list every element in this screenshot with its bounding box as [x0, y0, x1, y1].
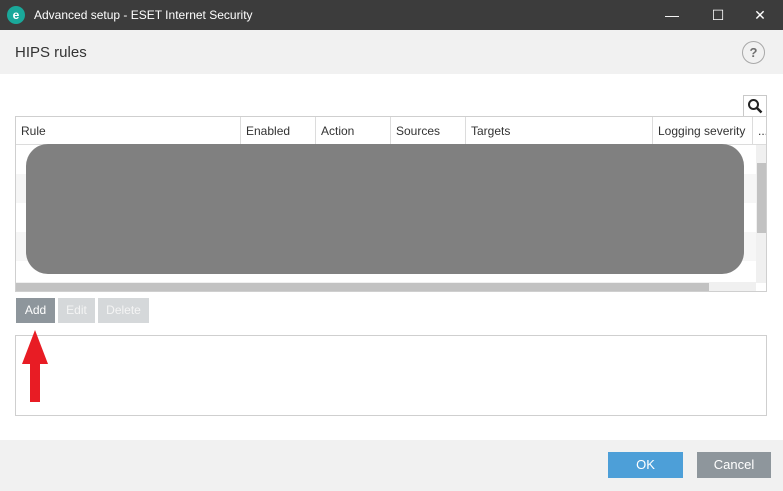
page-title: HIPS rules [15, 44, 87, 61]
maximize-icon[interactable]: ☐ [695, 0, 741, 30]
red-arrow-annotation [22, 330, 48, 402]
column-header-action[interactable]: Action [316, 117, 391, 145]
redacted-rule-rows [26, 144, 744, 274]
edit-button[interactable]: Edit [58, 298, 95, 323]
eset-app-icon: e [7, 6, 25, 24]
column-header-rule[interactable]: Rule [16, 117, 241, 145]
horizontal-scrollbar[interactable] [16, 282, 756, 291]
horizontal-scrollbar-thumb[interactable] [16, 283, 709, 291]
column-header-targets[interactable]: Targets [466, 117, 653, 145]
add-button[interactable]: Add [16, 298, 55, 323]
cancel-button[interactable]: Cancel [697, 452, 771, 478]
rule-description-box [15, 335, 767, 416]
help-icon[interactable]: ? [742, 41, 765, 64]
column-header-logging-severity[interactable]: Logging severity [653, 117, 753, 145]
vertical-scrollbar[interactable] [756, 145, 766, 283]
section-header: HIPS rules [0, 30, 783, 74]
vertical-scrollbar-thumb[interactable] [757, 163, 766, 233]
column-header-enabled[interactable]: Enabled [241, 117, 316, 145]
close-icon[interactable]: ✕ [737, 0, 783, 30]
search-icon[interactable] [743, 95, 767, 117]
table-header: Rule Enabled Action Sources Targets Logg… [16, 117, 766, 145]
window-title: Advanced setup - ESET Internet Security [34, 8, 253, 22]
title-bar: e Advanced setup - ESET Internet Securit… [0, 0, 783, 30]
delete-button[interactable]: Delete [98, 298, 149, 323]
ok-button[interactable]: OK [608, 452, 683, 478]
minimize-icon[interactable]: — [649, 0, 695, 30]
column-header-sources[interactable]: Sources [391, 117, 466, 145]
hips-rules-table: Rule Enabled Action Sources Targets Logg… [15, 116, 767, 292]
column-header-more[interactable]: ... [753, 117, 766, 145]
